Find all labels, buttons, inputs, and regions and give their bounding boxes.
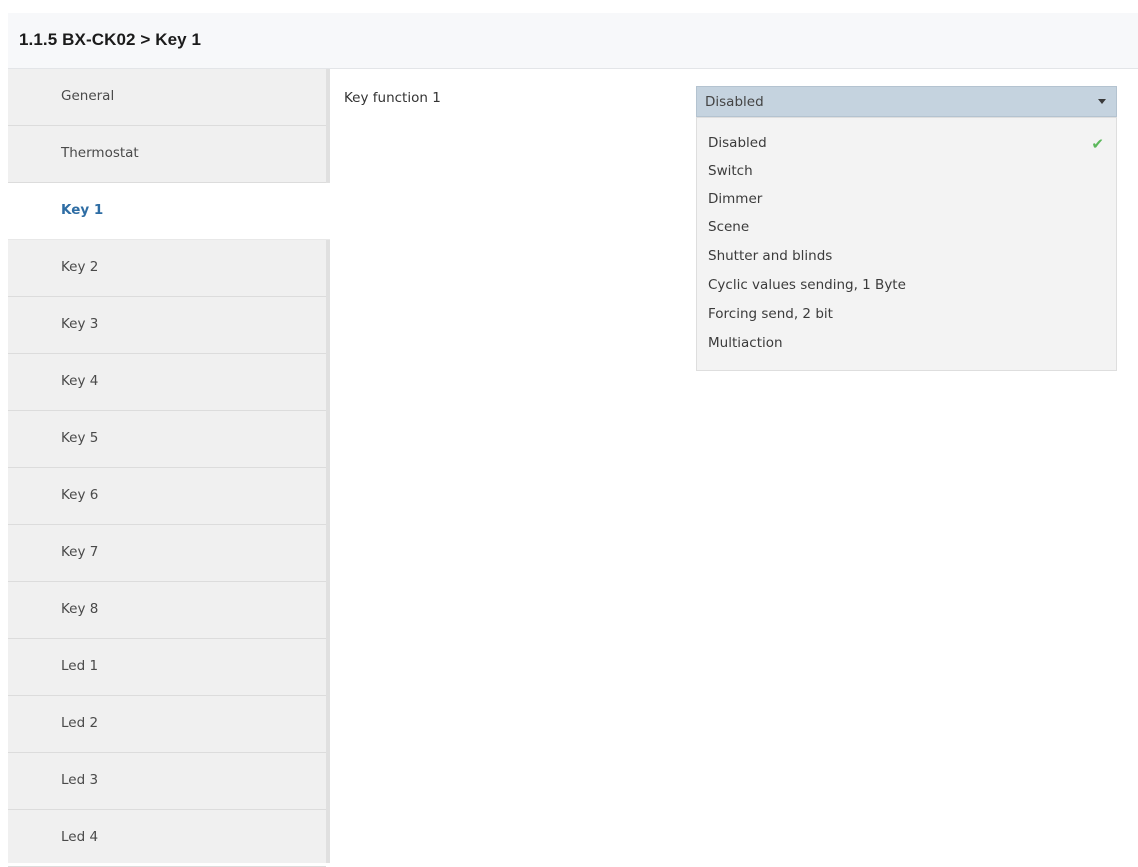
sidebar-item-key-6[interactable]: Key 6 [8,468,326,525]
sidebar-item-label: Key 6 [61,487,99,503]
sidebar-item-led-3[interactable]: Led 3 [8,753,326,810]
key-function-dropdown: Disabled ✔ Switch Dimmer Scene Shutter a… [696,117,1117,371]
sidebar-item-label: Thermostat [61,145,139,161]
option-multiaction[interactable]: Multiaction [697,332,1116,358]
sidebar-item-label: Key 3 [61,316,99,332]
chevron-down-icon[interactable] [1098,99,1106,104]
sidebar-item-key-4[interactable]: Key 4 [8,354,326,411]
sidebar-item-key-1[interactable]: Key 1 [8,183,330,240]
option-label: Multiaction [708,335,783,351]
sidebar-item-key-3[interactable]: Key 3 [8,297,326,354]
sidebar-item-led-4[interactable]: Led 4 [8,810,326,867]
sidebar-item-label: Led 2 [61,715,99,731]
sidebar-item-led-2[interactable]: Led 2 [8,696,326,753]
option-disabled[interactable]: Disabled ✔ [697,132,1116,158]
sidebar-item-led-1[interactable]: Led 1 [8,639,326,696]
option-label: Disabled [708,135,767,151]
key-function-label: Key function 1 [344,90,441,106]
sidebar-item-label: Key 4 [61,373,99,389]
sidebar-item-thermostat[interactable]: Thermostat [8,126,326,183]
sidebar-item-general[interactable]: General [8,69,326,126]
sidebar-item-label: Key 8 [61,601,99,617]
select-value: Disabled [705,94,764,110]
option-label: Cyclic values sending, 1 Byte [708,277,906,293]
option-dimmer[interactable]: Dimmer [697,188,1116,214]
sidebar-item-key-8[interactable]: Key 8 [8,582,326,639]
key-function-select[interactable]: Disabled [696,86,1117,117]
option-label: Shutter and blinds [708,248,833,264]
option-label: Switch [708,163,753,179]
option-cyclic-values-sending[interactable]: Cyclic values sending, 1 Byte [697,274,1116,300]
option-label: Forcing send, 2 bit [708,306,833,322]
sidebar-item-label: General [61,88,115,104]
option-forcing-send[interactable]: Forcing send, 2 bit [697,303,1116,329]
sidebar-item-label: Led 4 [61,829,99,845]
sidebar: General Thermostat Key 1 Key 2 Key 3 Key… [8,69,330,867]
page-title: 1.1.5 BX-CK02 > Key 1 [19,30,202,49]
option-shutter-and-blinds[interactable]: Shutter and blinds [697,245,1116,271]
sidebar-item-label: Key 1 [61,202,104,218]
sidebar-item-label: Key 2 [61,259,99,275]
option-label: Scene [708,219,750,235]
sidebar-item-label: Key 5 [61,430,99,446]
sidebar-item-key-7[interactable]: Key 7 [8,525,326,582]
sidebar-item-label: Key 7 [61,544,99,560]
sidebar-item-key-5[interactable]: Key 5 [8,411,326,468]
check-icon: ✔ [1091,135,1104,153]
sidebar-item-key-2[interactable]: Key 2 [8,240,326,297]
option-label: Dimmer [708,191,763,207]
option-switch[interactable]: Switch [697,160,1116,186]
sidebar-item-label: Led 3 [61,772,99,788]
title-bar: 1.1.5 BX-CK02 > Key 1 [8,13,1138,69]
option-scene[interactable]: Scene [697,216,1116,242]
sidebar-item-label: Led 1 [61,658,99,674]
